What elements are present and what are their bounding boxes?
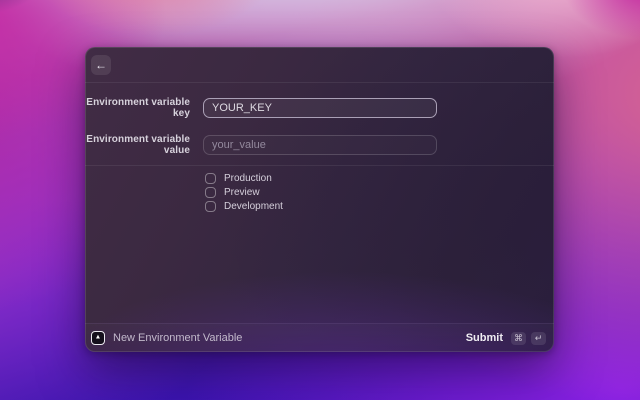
- return-key-icon: ↵: [531, 331, 546, 345]
- checkbox-row-production[interactable]: Production: [205, 171, 283, 185]
- checkbox-label-preview: Preview: [224, 186, 260, 198]
- checkbox-production[interactable]: [205, 172, 216, 184]
- triangle-icon: ▲: [94, 333, 102, 341]
- back-arrow-icon: ←: [95, 58, 107, 72]
- value-field-row: Environment variable value: [85, 134, 554, 156]
- key-field-row: Environment variable key: [85, 97, 554, 119]
- window-header: ←: [85, 47, 554, 82]
- submit-label: Submit: [465, 332, 503, 344]
- checkbox-row-development[interactable]: Development: [205, 199, 283, 213]
- checkbox-label-production: Production: [224, 172, 272, 184]
- key-field-label: Environment variable key: [86, 97, 190, 119]
- checkbox-label-development: Development: [224, 200, 283, 212]
- checkbox-preview[interactable]: [205, 186, 216, 198]
- value-input[interactable]: [203, 135, 437, 155]
- command-name: New Environment Variable: [113, 332, 243, 344]
- form-section-divider: [85, 165, 554, 166]
- back-button[interactable]: ←: [91, 55, 111, 75]
- vercel-app-icon: ▲: [91, 331, 105, 345]
- submit-button[interactable]: Submit ⌘ ↵: [465, 331, 546, 345]
- environment-checkbox-group: Production Preview Development: [205, 171, 283, 213]
- key-input[interactable]: [203, 98, 437, 118]
- raycast-window: ← Environment variable key Environment v…: [85, 47, 554, 352]
- action-bar: ▲ New Environment Variable Submit ⌘ ↵: [85, 323, 554, 352]
- header-divider: [85, 82, 554, 83]
- checkbox-development[interactable]: [205, 200, 216, 212]
- value-field-label: Environment variable value: [86, 134, 190, 156]
- command-key-icon: ⌘: [511, 331, 526, 345]
- checkbox-row-preview[interactable]: Preview: [205, 185, 283, 199]
